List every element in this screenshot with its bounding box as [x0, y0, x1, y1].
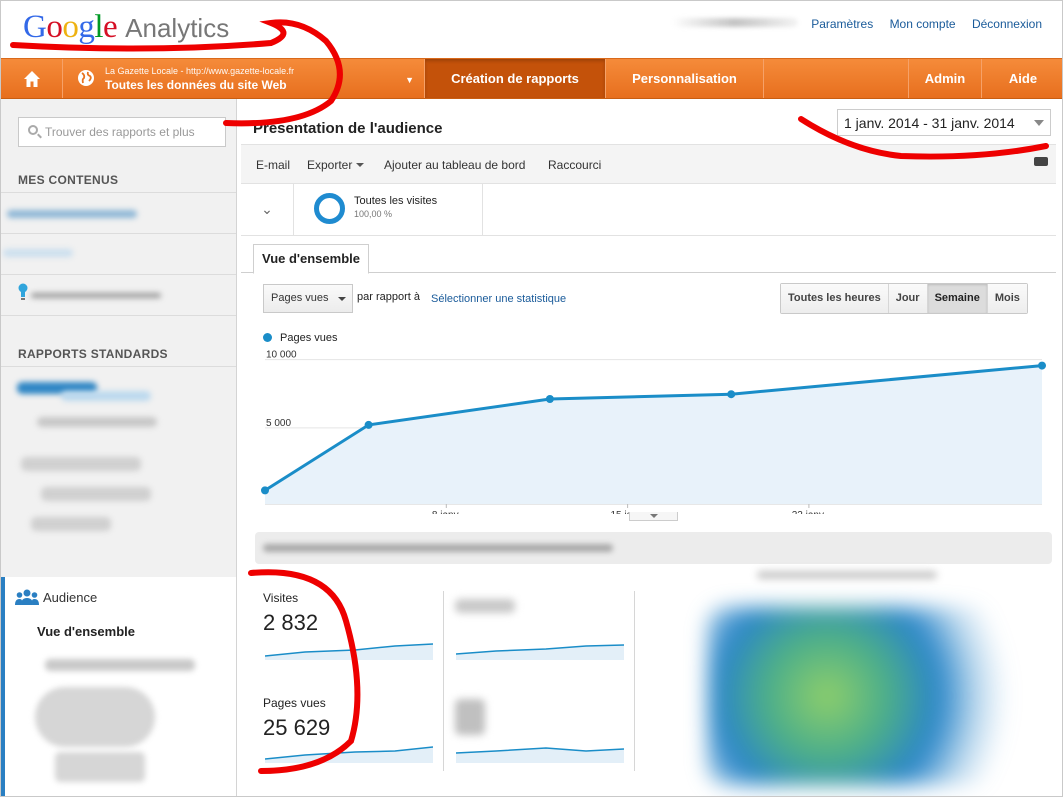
legend-dot [263, 333, 272, 342]
globe-icon [78, 70, 94, 86]
chevron-down-icon: ⌄ [261, 201, 273, 217]
chevron-down-icon [338, 297, 346, 301]
data-point [261, 486, 269, 495]
granularity-buttons: Toutes les heures Jour Semaine Mois [780, 283, 1028, 314]
add-to-dashboard-button[interactable]: Ajouter au tableau de bord [384, 158, 525, 172]
audience-icon [15, 589, 39, 605]
sidebar-item-overview[interactable]: Vue d'ensemble [37, 624, 135, 639]
legend-label: Pages vues [280, 332, 338, 344]
home-button[interactable] [1, 59, 63, 98]
my-account-link[interactable]: Mon compte [890, 17, 956, 31]
sidebar-item-blurred-1[interactable] [1, 192, 236, 233]
metric-divider-1 [443, 591, 444, 771]
search-placeholder: Trouver des rapports et plus [45, 125, 195, 139]
section-my-content: MES CONTENUS [18, 173, 119, 187]
settings-link[interactable]: Paramètres [811, 17, 873, 31]
sidebar-blurred-reports [1, 366, 236, 577]
metric-pageviews[interactable]: Pages vues 25 629 [263, 696, 330, 741]
page-title: Présentation de l'audience [253, 120, 443, 137]
blurred-summary-bar [255, 532, 1052, 564]
series-area [265, 365, 1042, 504]
segment-bar: ⌄ Toutes les visites 100,00 % [241, 184, 1056, 236]
blurred-pie-chart [707, 607, 1007, 785]
sidebar-divider [1, 315, 236, 316]
data-point [1038, 361, 1046, 370]
top-links: Paramètres Mon compte Déconnexion [798, 17, 1042, 31]
metric-visits-label: Visites [263, 591, 299, 605]
logout-link[interactable]: Déconnexion [972, 17, 1042, 31]
metric-visits-value: 2 832 [263, 610, 319, 635]
segment-toggle-button[interactable]: ⌄ [241, 184, 294, 235]
metric-pageviews-label: Pages vues [263, 696, 326, 710]
y-tick-label: 5 000 [266, 418, 291, 429]
month-button[interactable]: Mois [987, 284, 1027, 313]
x-tick-label: 22 janv. [792, 510, 826, 514]
report-tabs: Vue d'ensemble [241, 244, 1056, 274]
google-analytics-logo[interactable]: Google Analytics [23, 9, 229, 49]
tab-help[interactable]: Aide [982, 59, 1062, 98]
export-label: Exporter [307, 158, 353, 172]
metric-select-value: Pages vues [271, 292, 329, 304]
tab-customization[interactable]: Personnalisation [606, 59, 764, 98]
date-range-picker[interactable]: 1 janv. 2014 - 31 janv. 2014 [837, 109, 1051, 136]
tab-reporting[interactable]: Création de rapports [425, 59, 606, 98]
blurred-sparkline-1 [456, 644, 624, 660]
segment-ring-icon [314, 193, 345, 224]
week-button[interactable]: Semaine [927, 284, 988, 313]
logo-product: Analytics [125, 13, 230, 43]
tab-overview[interactable]: Vue d'ensemble [253, 244, 369, 274]
visits-sparkline [265, 643, 433, 660]
sidebar-item-intelligence[interactable] [1, 274, 236, 315]
y-tick-label: 10 000 [266, 350, 297, 361]
segment-name: Toutes les visites [354, 195, 438, 207]
audience-label: Audience [43, 590, 98, 605]
chevron-down-icon: ▼ [405, 75, 414, 85]
chart-legend: Pages vues [263, 332, 337, 344]
chart-collapse-handle[interactable] [629, 512, 678, 521]
x-tick-label: 8 janv. [432, 510, 461, 514]
metric-select[interactable]: Pages vues [263, 284, 353, 313]
nav-spacer [764, 59, 909, 98]
data-point [545, 395, 554, 403]
metric-pageviews-value: 25 629 [263, 715, 331, 740]
chevron-down-icon [1034, 120, 1044, 126]
blurred-sparkline-2 [456, 747, 624, 763]
main-nav: La Gazette Locale - http://www.gazette-l… [1, 58, 1062, 99]
graduation-cap-icon[interactable] [1034, 157, 1048, 166]
sidebar-item-audience[interactable]: Audience Vue d'ensemble [1, 577, 236, 796]
sidebar: Trouver des rapports et plus MES CONTENU… [1, 99, 237, 796]
metric-divider-2 [634, 591, 635, 771]
pageviews-sparkline [265, 746, 433, 763]
app-window: Google Analytics Paramètres Mon compte Dé… [0, 0, 1063, 797]
versus-label: par rapport à [357, 291, 420, 303]
account-name: La Gazette Locale - http://www.gazette-l… [105, 66, 295, 76]
view-name: Toutes les données du site Web [105, 78, 287, 92]
chevron-down-icon [356, 162, 365, 167]
report-toolbar: E-mail Exporter Ajouter au tableau de bo… [241, 144, 1056, 184]
segment-all-visits[interactable]: Toutes les visites 100,00 % [294, 184, 483, 235]
date-range-value: 1 janv. 2014 - 31 janv. 2014 [844, 115, 1015, 131]
report-search-input[interactable]: Trouver des rapports et plus [18, 117, 226, 147]
search-icon [28, 125, 38, 135]
tab-admin[interactable]: Admin [909, 59, 982, 98]
section-standard-reports: RAPPORTS STANDARDS [18, 347, 168, 361]
metric-visits[interactable]: Visites 2 832 [263, 591, 318, 636]
data-point [727, 390, 736, 399]
shortcut-button[interactable]: Raccourci [548, 158, 601, 172]
pageviews-chart[interactable]: 10 0005 0008 janv.15 janv.22 janv. [237, 349, 1063, 514]
sidebar-item-blurred-2[interactable] [1, 233, 236, 274]
export-button[interactable]: Exporter [307, 158, 365, 172]
account-selector[interactable]: La Gazette Locale - http://www.gazette-l… [63, 59, 425, 98]
lightbulb-icon [18, 283, 28, 300]
logo-brand: Google [23, 9, 118, 45]
main-content: Présentation de l'audience 1 janv. 2014 … [237, 99, 1063, 796]
email-button[interactable]: E-mail [256, 158, 290, 172]
segment-percent: 100,00 % [354, 209, 393, 219]
day-button[interactable]: Jour [888, 284, 928, 313]
select-statistic-link[interactable]: Sélectionner une statistique [431, 293, 566, 305]
data-point [364, 420, 373, 429]
redacted-account-email [672, 18, 798, 27]
home-icon [23, 70, 40, 87]
hourly-button[interactable]: Toutes les heures [781, 284, 889, 313]
